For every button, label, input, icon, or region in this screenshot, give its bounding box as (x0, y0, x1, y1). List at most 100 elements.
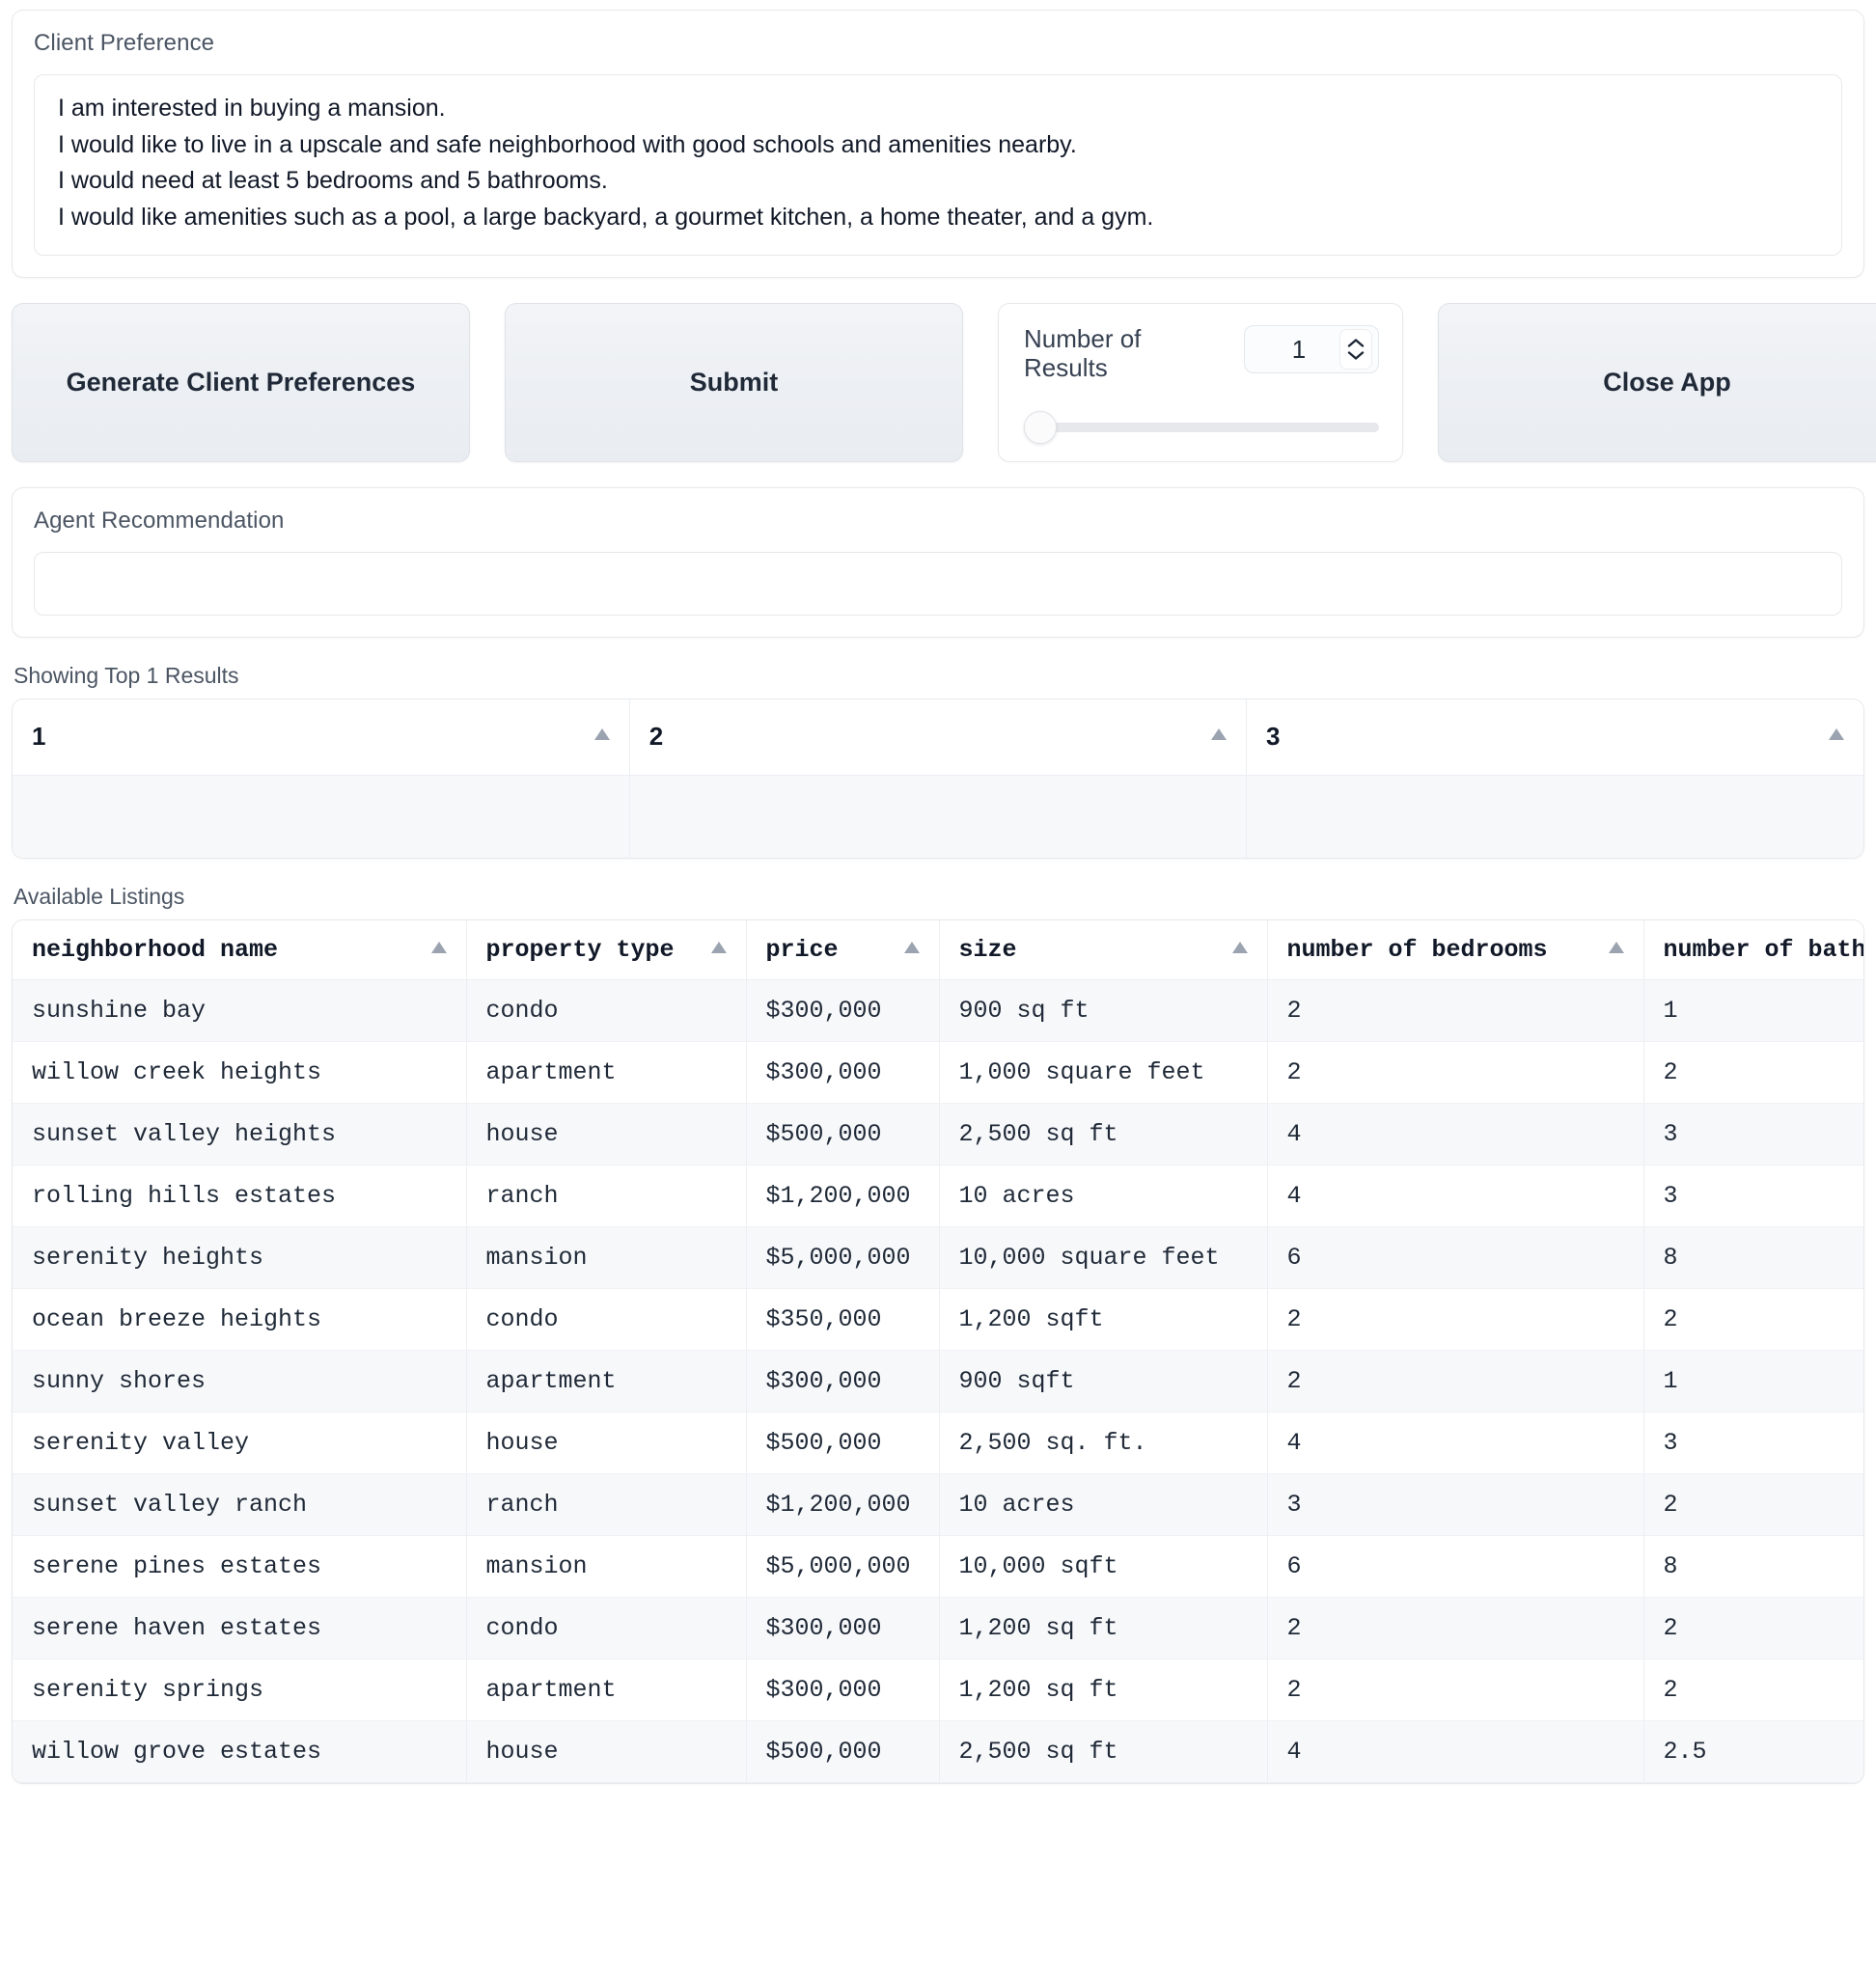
listings-cell[interactable]: 4 (1267, 1412, 1643, 1474)
listings-cell[interactable]: rolling hills estates (13, 1165, 466, 1227)
listings-cell[interactable]: 4 (1267, 1104, 1643, 1165)
sort-ascending-icon[interactable] (1827, 727, 1846, 747)
listings-cell[interactable]: 2 (1643, 1474, 1863, 1536)
listings-cell[interactable]: house (466, 1104, 746, 1165)
listings-cell[interactable]: 3 (1643, 1104, 1863, 1165)
listings-cell[interactable]: 4 (1267, 1721, 1643, 1783)
listings-cell[interactable]: apartment (466, 1042, 746, 1104)
number-of-results-stepper[interactable]: 1 (1244, 325, 1379, 373)
table-row[interactable]: willow grove estateshouse$500,0002,500 s… (13, 1721, 1863, 1783)
listings-cell[interactable]: 900 sq ft (939, 980, 1267, 1042)
listings-cell[interactable]: ranch (466, 1165, 746, 1227)
listings-column-header[interactable]: price (746, 920, 939, 980)
listings-cell[interactable]: 2 (1643, 1289, 1863, 1351)
listings-cell[interactable]: 3 (1267, 1474, 1643, 1536)
listings-cell[interactable]: willow grove estates (13, 1721, 466, 1783)
results-cell[interactable] (13, 775, 629, 858)
table-row[interactable]: sunset valley heightshouse$500,0002,500 … (13, 1104, 1863, 1165)
listings-cell[interactable]: 1,200 sq ft (939, 1598, 1267, 1659)
listings-cell[interactable]: $500,000 (746, 1412, 939, 1474)
listings-cell[interactable]: 1 (1643, 980, 1863, 1042)
listings-cell[interactable]: 1,200 sqft (939, 1289, 1267, 1351)
listings-cell[interactable]: 2 (1267, 1351, 1643, 1412)
listings-cell[interactable]: $300,000 (746, 980, 939, 1042)
listings-cell[interactable]: $350,000 (746, 1289, 939, 1351)
listings-cell[interactable]: 10 acres (939, 1165, 1267, 1227)
table-row[interactable]: sunshine baycondo$300,000900 sq ft21 (13, 980, 1863, 1042)
listings-cell[interactable]: 2 (1643, 1042, 1863, 1104)
table-row[interactable]: serenity heightsmansion$5,000,00010,000 … (13, 1227, 1863, 1289)
table-row[interactable]: sunset valley ranchranch$1,200,00010 acr… (13, 1474, 1863, 1536)
agent-recommendation-input[interactable] (34, 552, 1842, 616)
listings-cell[interactable]: 2 (1643, 1598, 1863, 1659)
sort-ascending-icon[interactable] (1209, 727, 1228, 747)
listings-cell[interactable]: condo (466, 980, 746, 1042)
listings-cell[interactable]: 2,500 sq. ft. (939, 1412, 1267, 1474)
sort-ascending-icon[interactable] (1230, 940, 1250, 960)
table-row[interactable]: serenity springsapartment$300,0001,200 s… (13, 1659, 1863, 1721)
sort-ascending-icon[interactable] (593, 727, 612, 747)
sort-ascending-icon[interactable] (902, 940, 922, 960)
listings-cell[interactable]: $300,000 (746, 1659, 939, 1721)
listings-cell[interactable]: serenity heights (13, 1227, 466, 1289)
listings-cell[interactable]: willow creek heights (13, 1042, 466, 1104)
listings-cell[interactable]: 2.5 (1643, 1721, 1863, 1783)
table-row[interactable] (13, 775, 1863, 858)
listings-cell[interactable]: sunshine bay (13, 980, 466, 1042)
listings-cell[interactable]: $300,000 (746, 1042, 939, 1104)
listings-cell[interactable]: house (466, 1721, 746, 1783)
listings-cell[interactable]: $5,000,000 (746, 1227, 939, 1289)
table-row[interactable]: sunny shoresapartment$300,000900 sqft21 (13, 1351, 1863, 1412)
listings-column-header[interactable]: size (939, 920, 1267, 980)
listings-cell[interactable]: 8 (1643, 1227, 1863, 1289)
listings-cell[interactable]: 10 acres (939, 1474, 1267, 1536)
listings-cell[interactable]: serene pines estates (13, 1536, 466, 1598)
listings-cell[interactable]: serenity springs (13, 1659, 466, 1721)
listings-cell[interactable]: 4 (1267, 1165, 1643, 1227)
listings-cell[interactable]: 1 (1643, 1351, 1863, 1412)
results-column-header[interactable]: 2 (629, 699, 1246, 775)
chevron-up-icon[interactable] (1347, 338, 1365, 348)
results-column-header[interactable]: 3 (1247, 699, 1863, 775)
listings-cell[interactable]: mansion (466, 1227, 746, 1289)
chevron-down-icon[interactable] (1347, 350, 1365, 361)
listings-cell[interactable]: sunny shores (13, 1351, 466, 1412)
listings-cell[interactable]: 10,000 square feet (939, 1227, 1267, 1289)
close-app-button[interactable]: Close App (1438, 303, 1876, 462)
listings-cell[interactable]: condo (466, 1289, 746, 1351)
listings-cell[interactable]: 1,000 square feet (939, 1042, 1267, 1104)
listings-cell[interactable]: 2 (1643, 1659, 1863, 1721)
sort-ascending-icon[interactable] (1607, 940, 1626, 960)
listings-cell[interactable]: 6 (1267, 1227, 1643, 1289)
table-row[interactable]: rolling hills estatesranch$1,200,00010 a… (13, 1165, 1863, 1227)
listings-cell[interactable]: apartment (466, 1659, 746, 1721)
listings-cell[interactable]: $1,200,000 (746, 1474, 939, 1536)
listings-cell[interactable]: serene haven estates (13, 1598, 466, 1659)
listings-cell[interactable]: 2,500 sq ft (939, 1721, 1267, 1783)
listings-cell[interactable]: 10,000 sqft (939, 1536, 1267, 1598)
listings-cell[interactable]: 3 (1643, 1165, 1863, 1227)
slider-thumb[interactable] (1024, 411, 1057, 444)
listings-cell[interactable]: 900 sqft (939, 1351, 1267, 1412)
listings-cell[interactable]: apartment (466, 1351, 746, 1412)
number-of-results-slider[interactable] (1024, 411, 1379, 444)
listings-cell[interactable]: house (466, 1412, 746, 1474)
listings-cell[interactable]: $300,000 (746, 1351, 939, 1412)
submit-button[interactable]: Submit (505, 303, 963, 462)
listings-cell[interactable]: 2 (1267, 1598, 1643, 1659)
sort-ascending-icon[interactable] (709, 940, 729, 960)
listings-cell[interactable]: sunset valley heights (13, 1104, 466, 1165)
table-row[interactable]: serene pines estatesmansion$5,000,00010,… (13, 1536, 1863, 1598)
table-row[interactable]: serene haven estatescondo$300,0001,200 s… (13, 1598, 1863, 1659)
results-column-header[interactable]: 1 (13, 699, 629, 775)
listings-cell[interactable]: condo (466, 1598, 746, 1659)
listings-scroll-area[interactable]: neighborhood nameproperty typepricesizen… (13, 920, 1863, 1783)
listings-cell[interactable]: 3 (1643, 1412, 1863, 1474)
client-preference-textarea[interactable]: I am interested in buying a mansion. I w… (34, 74, 1842, 256)
table-row[interactable]: ocean breeze heightscondo$350,0001,200 s… (13, 1289, 1863, 1351)
listings-column-header[interactable]: number of bathrooms (1643, 920, 1863, 980)
listings-cell[interactable]: 2 (1267, 1289, 1643, 1351)
table-row[interactable]: serenity valleyhouse$500,0002,500 sq. ft… (13, 1412, 1863, 1474)
stepper-arrows[interactable] (1339, 329, 1372, 370)
listings-column-header[interactable]: property type (466, 920, 746, 980)
